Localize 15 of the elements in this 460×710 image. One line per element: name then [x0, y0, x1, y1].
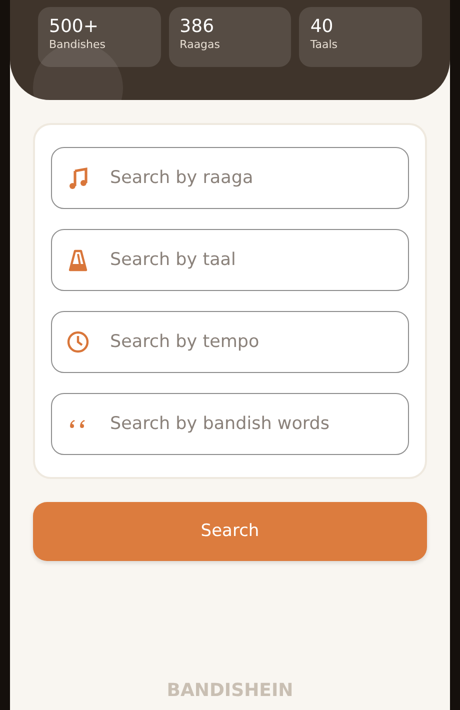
stat-value: 386 [180, 17, 216, 38]
clock-icon [67, 330, 89, 354]
stat-label: Raagas [180, 38, 222, 51]
stat-value: 500+ [49, 17, 100, 38]
stat-label: Bandishes [49, 38, 106, 51]
search-button[interactable]: Search [33, 502, 427, 561]
search-field[interactable]: Search by bandish words [51, 393, 409, 455]
search-field[interactable]: Search by taal [51, 229, 409, 291]
metronome-icon [67, 248, 89, 272]
stat-label: Taals [310, 38, 339, 51]
stat-value: 40 [310, 17, 334, 38]
search-field[interactable]: Search by tempo [51, 311, 409, 373]
app-name: BANDISHEIN [166, 679, 294, 703]
search-field[interactable]: Search by raaga [51, 147, 409, 209]
music-note-icon [67, 166, 89, 190]
